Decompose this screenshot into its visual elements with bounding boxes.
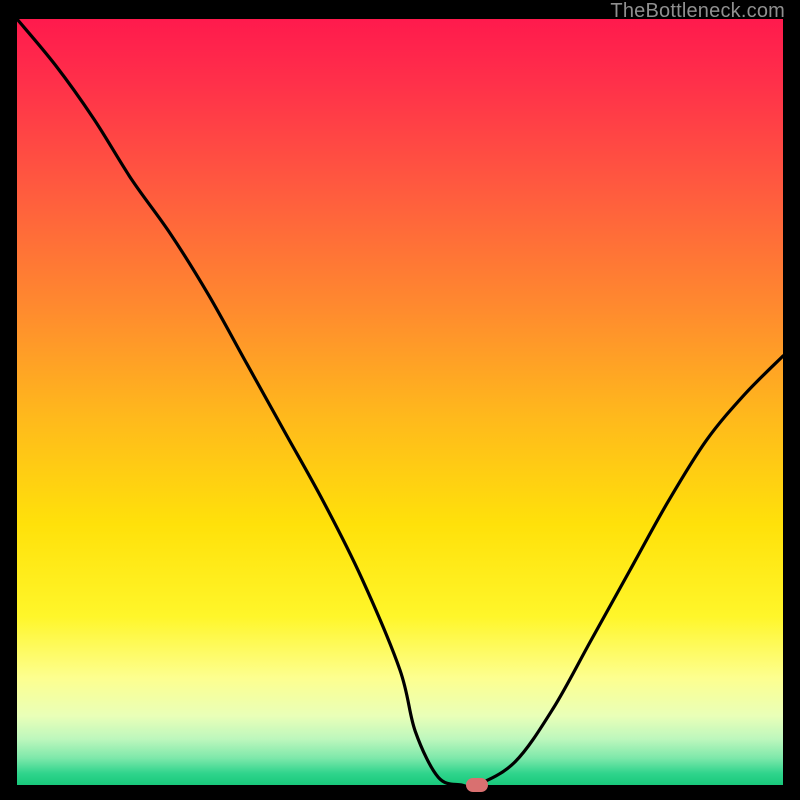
- bottleneck-curve: [17, 19, 783, 785]
- plot-area: [17, 19, 783, 785]
- chart-frame: TheBottleneck.com: [0, 0, 800, 800]
- min-marker: [466, 778, 488, 792]
